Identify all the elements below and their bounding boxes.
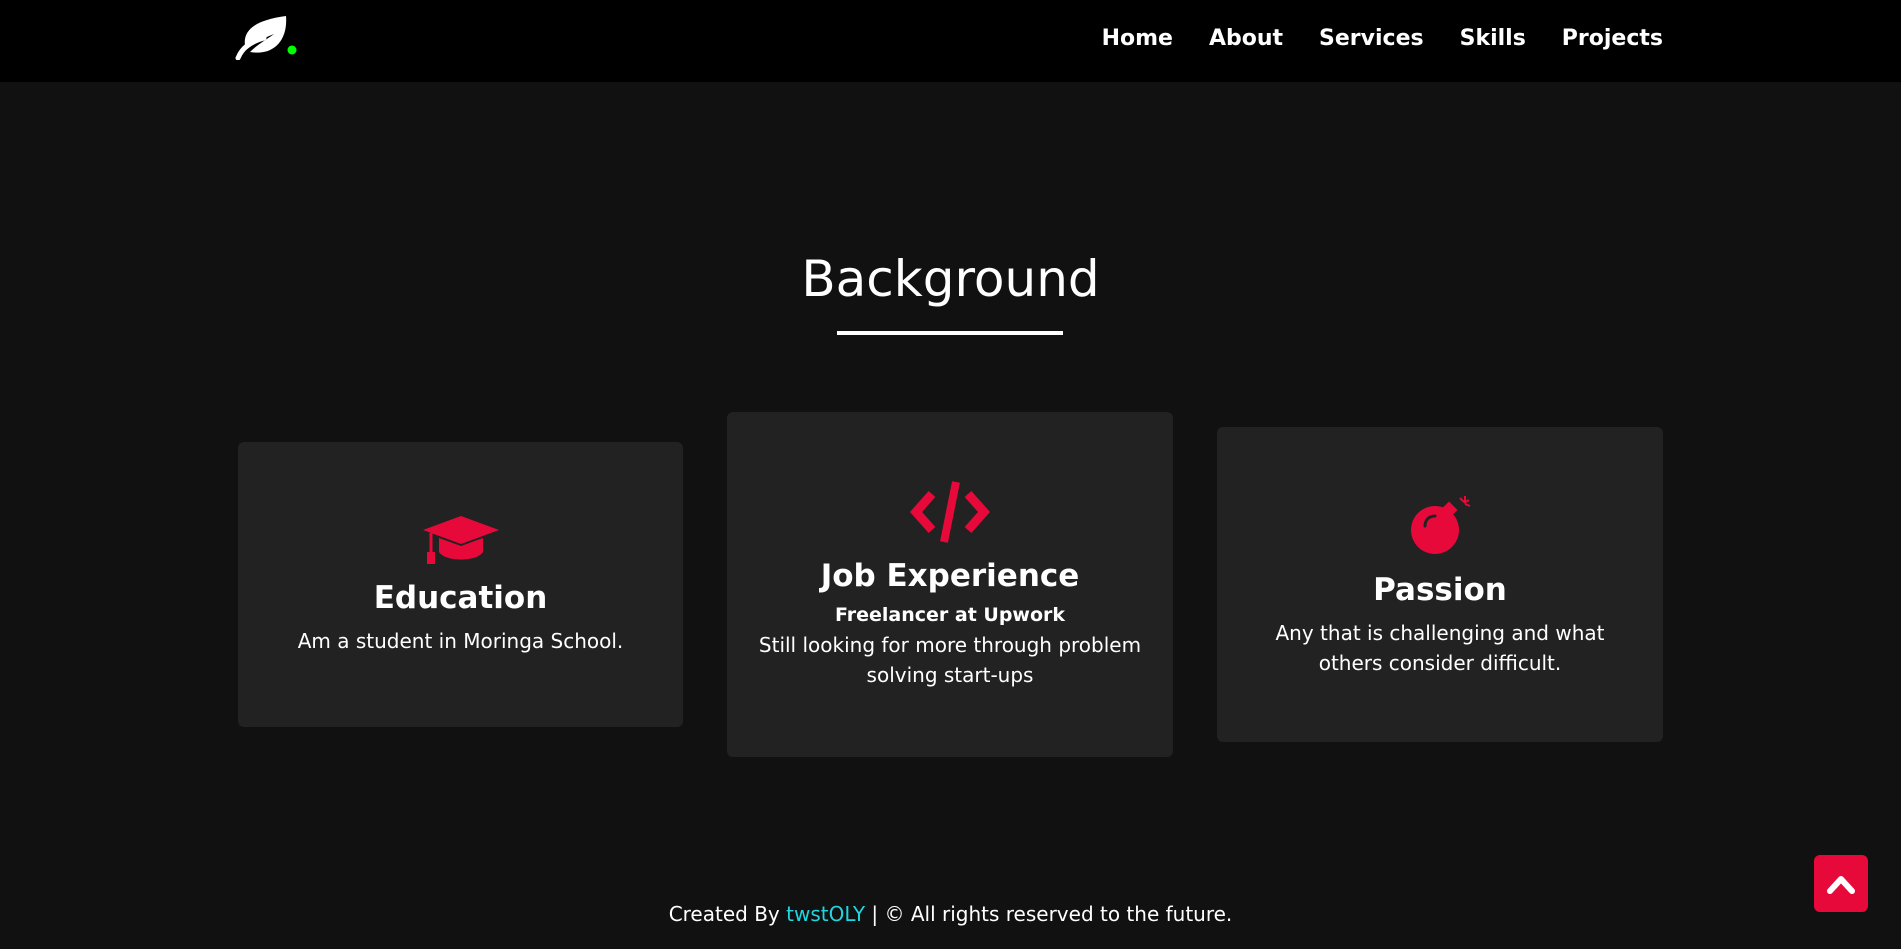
footer-prefix: Created By [668,902,780,926]
passion-text: Any that is challenging and what others … [1275,620,1605,675]
nav-home[interactable]: Home [1102,26,1173,51]
education-card: Education Am a student in Moringa School… [238,442,683,727]
bomb-icon [1407,492,1473,562]
nav-about[interactable]: About [1209,26,1283,51]
code-icon [909,480,991,548]
job-experience-subtitle: Freelancer at Upwork [834,603,1066,626]
nav-skills[interactable]: Skills [1460,26,1526,51]
job-experience-text: Still looking for more through problem s… [758,632,1142,687]
title-underline [837,331,1063,335]
nav-menu: Home About Services Skills Projects [1102,0,1663,76]
nav-services[interactable]: Services [1319,26,1424,51]
footer-suffix: | © All rights reserved to the future. [871,902,1233,926]
passion-card: Passion Any that is challenging and what… [1217,427,1663,742]
education-text: Am a student in Moringa School. [297,628,624,653]
leaf-icon [235,16,297,61]
section-title: Background [801,250,1100,308]
chevron-up-icon [1827,875,1855,894]
graduation-cap-icon [421,514,501,570]
logo[interactable] [234,14,300,61]
education-title: Education [373,579,548,616]
footer-author-link[interactable]: twstOLY [786,902,865,926]
logo-dot [287,45,297,55]
job-experience-card: Job Experience Freelancer at Upwork Stil… [727,412,1173,757]
job-experience-title: Job Experience [820,557,1080,594]
passion-title: Passion [1373,571,1507,608]
nav-projects[interactable]: Projects [1562,26,1663,51]
navbar: Home About Services Skills Projects [0,0,1901,82]
footer: Created By twstOLY | © All rights reserv… [0,902,1901,926]
scroll-top-button[interactable] [1814,855,1868,912]
